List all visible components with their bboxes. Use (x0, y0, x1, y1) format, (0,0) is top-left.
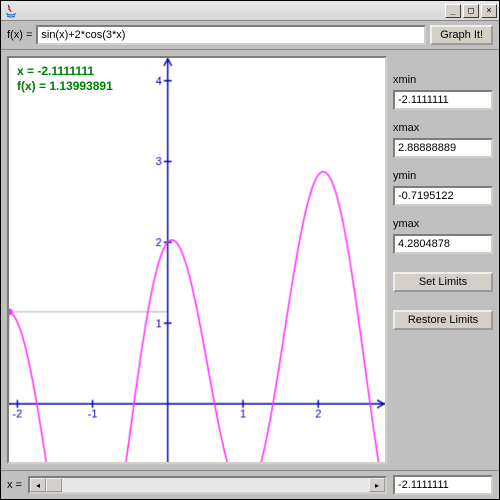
scroll-track[interactable] (46, 478, 369, 492)
formula-input[interactable] (36, 25, 426, 45)
restore-limits-button[interactable]: Restore Limits (393, 310, 493, 330)
xmin-input[interactable] (393, 90, 493, 110)
java-icon (3, 3, 19, 19)
x-value-input[interactable] (393, 475, 493, 495)
scroll-right-button[interactable]: ▸ (369, 478, 385, 492)
fx-label: f(x) = (7, 29, 32, 41)
maximize-button[interactable]: □ (463, 4, 479, 18)
graph-it-button[interactable]: Graph It! (430, 25, 493, 45)
app-window: _ □ × f(x) = Graph It! x = -2.1111111 f(… (0, 0, 500, 500)
x-slider-row: x = ◂ ▸ (1, 470, 499, 499)
ymin-input[interactable] (393, 186, 493, 206)
set-limits-button[interactable]: Set Limits (393, 272, 493, 292)
x-scrollbar[interactable]: ◂ ▸ (28, 476, 387, 494)
minimize-button[interactable]: _ (445, 4, 461, 18)
limits-panel: xmin xmax ymin ymax Set Limits Restore L… (393, 56, 493, 464)
readout-x: x = -2.1111111 (17, 64, 113, 79)
xmin-label: xmin (393, 74, 493, 86)
plot-canvas[interactable] (9, 58, 385, 462)
readout-overlay: x = -2.1111111 f(x) = 1.13993891 (17, 64, 113, 94)
close-button[interactable]: × (481, 4, 497, 18)
xmax-label: xmax (393, 122, 493, 134)
triangle-right-icon: ▸ (375, 481, 379, 490)
plot-area[interactable]: x = -2.1111111 f(x) = 1.13993891 (7, 56, 387, 464)
ymax-input[interactable] (393, 234, 493, 254)
ymax-label: ymax (393, 218, 493, 230)
scroll-thumb[interactable] (46, 478, 62, 492)
readout-fx: f(x) = 1.13993891 (17, 79, 113, 94)
xmax-input[interactable] (393, 138, 493, 158)
triangle-left-icon: ◂ (36, 481, 40, 490)
x-label: x = (7, 479, 22, 491)
content-area: x = -2.1111111 f(x) = 1.13993891 xmin xm… (1, 50, 499, 470)
formula-row: f(x) = Graph It! (1, 21, 499, 50)
titlebar[interactable]: _ □ × (1, 1, 499, 21)
ymin-label: ymin (393, 170, 493, 182)
scroll-left-button[interactable]: ◂ (30, 478, 46, 492)
